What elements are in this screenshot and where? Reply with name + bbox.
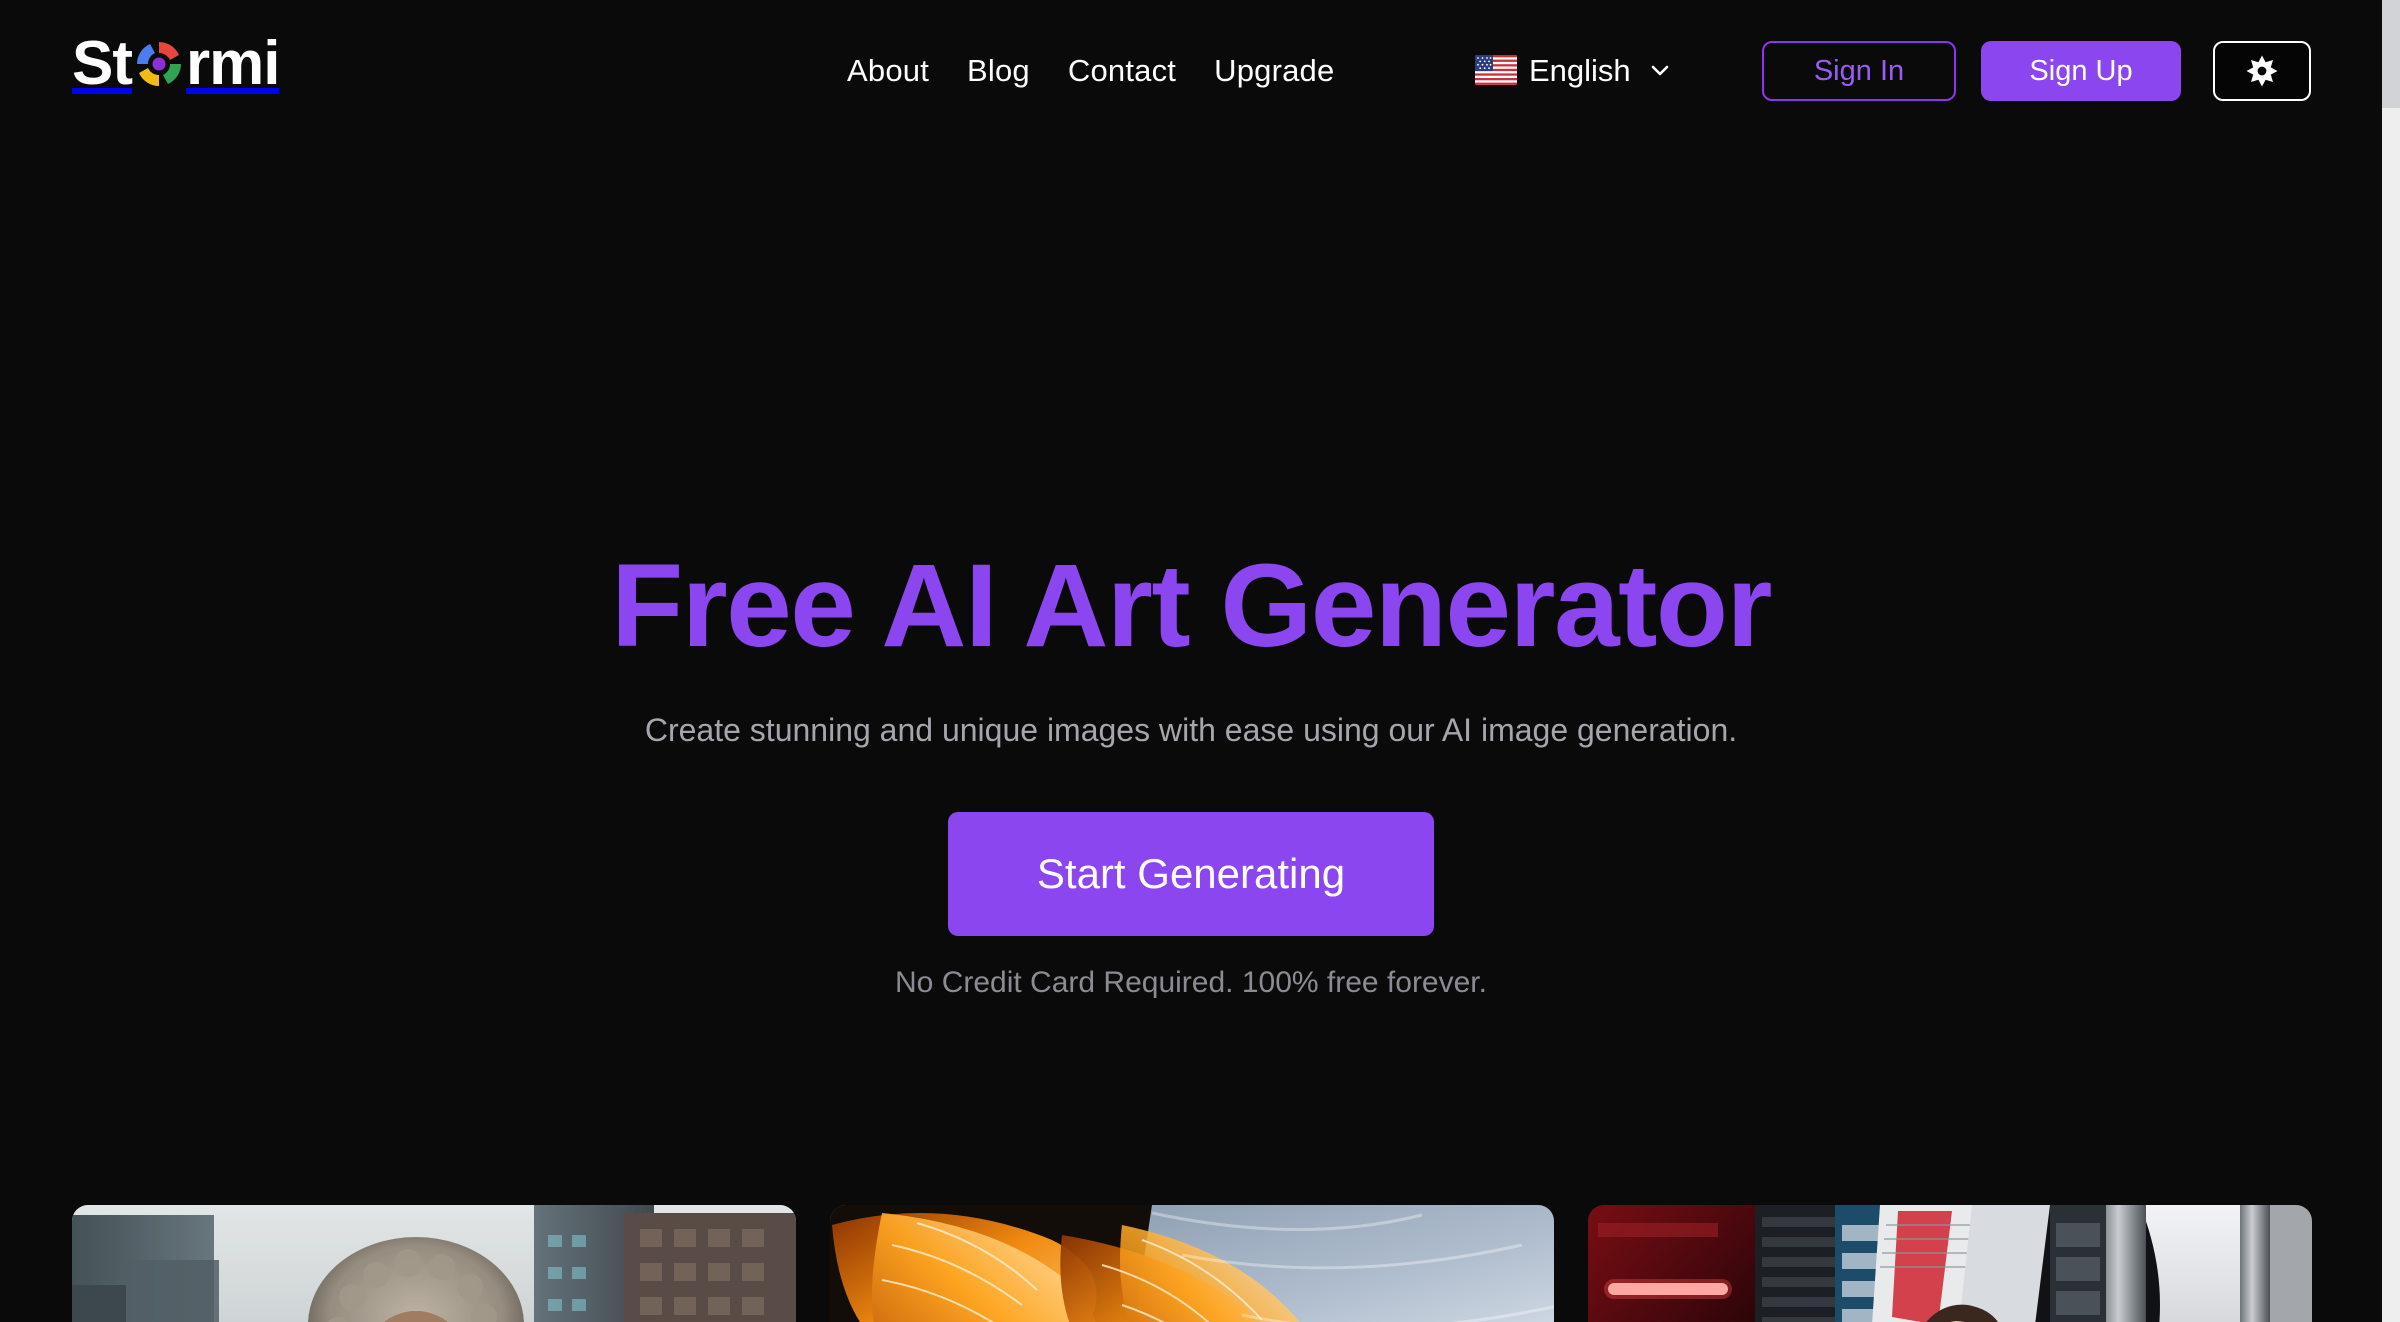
gallery-card-city-portrait[interactable] <box>72 1205 796 1322</box>
nav-link-about[interactable]: About <box>828 55 948 86</box>
nav-link-upgrade[interactable]: Upgrade <box>1195 55 1353 86</box>
logo-text-after: rmi <box>186 29 280 98</box>
settings-button[interactable] <box>2213 41 2311 101</box>
start-generating-button[interactable]: Start Generating <box>948 811 1434 936</box>
page-root: St rmi About Blog Contact Upgrade Englis… <box>0 0 2400 1322</box>
site-logo[interactable]: St rmi <box>72 28 280 100</box>
hero-section: Free AI Art Generator Create stunning an… <box>0 540 2382 1000</box>
vertical-scrollbar[interactable] <box>2382 0 2400 1322</box>
site-header: St rmi About Blog Contact Upgrade Englis… <box>0 0 2382 140</box>
primary-nav: About Blog Contact Upgrade <box>828 0 1353 140</box>
page-title: Free AI Art Generator <box>611 540 1772 672</box>
scrollbar-thumb[interactable] <box>2382 0 2400 108</box>
logo-text-before: St <box>72 29 133 98</box>
nav-link-contact[interactable]: Contact <box>1049 55 1195 86</box>
chevron-down-icon <box>1647 57 1673 83</box>
sign-up-button[interactable]: Sign Up <box>1981 41 2181 101</box>
page-viewport: St rmi About Blog Contact Upgrade Englis… <box>0 0 2382 1322</box>
hero-subtitle: Create stunning and unique images with e… <box>644 712 1738 749</box>
nav-link-blog[interactable]: Blog <box>948 55 1049 86</box>
pinwheel-swirl-logo-mark <box>133 38 185 90</box>
gear-icon <box>2245 54 2279 88</box>
sign-in-button[interactable]: Sign In <box>1762 41 1956 101</box>
sample-gallery <box>72 1205 2312 1322</box>
gallery-image-subway-portrait <box>1588 1205 2312 1322</box>
gallery-card-phoenix[interactable] <box>830 1205 1554 1322</box>
language-label: English <box>1529 52 1631 88</box>
us-flag-icon <box>1475 55 1517 85</box>
hero-cta-wrap: Start Generating <box>0 752 2382 936</box>
gallery-card-subway-portrait[interactable] <box>1588 1205 2312 1322</box>
language-selector[interactable]: English <box>1475 0 1673 140</box>
gallery-image-city-portrait <box>72 1205 796 1322</box>
cta-note: No Credit Card Required. 100% free forev… <box>895 965 1487 999</box>
gallery-image-phoenix <box>830 1205 1554 1322</box>
